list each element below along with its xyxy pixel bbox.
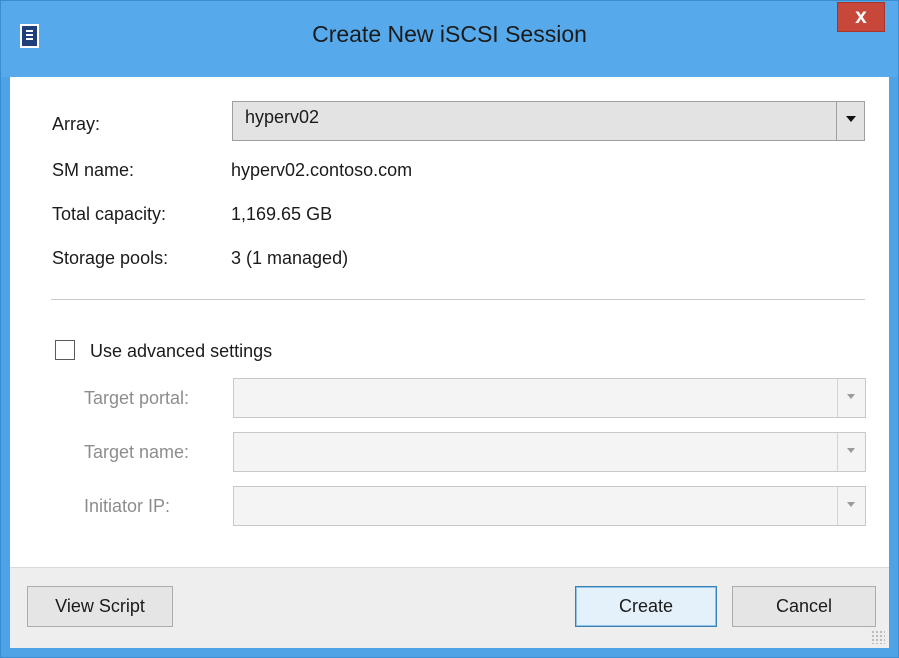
- title-bar[interactable]: Create New iSCSI Session x: [1, 1, 898, 77]
- create-button[interactable]: Create: [575, 586, 717, 627]
- dialog-title: Create New iSCSI Session: [312, 21, 587, 47]
- target-name-dropdown[interactable]: [233, 432, 866, 472]
- close-button[interactable]: x: [837, 2, 885, 32]
- array-dropdown-value: hyperv02: [245, 107, 320, 127]
- initiator-ip-dropdown[interactable]: [233, 486, 866, 526]
- sm-name-value: hyperv02.contoso.com: [231, 160, 413, 180]
- dialog-body: Array: hyperv02 SM name: hyperv02.contos…: [10, 77, 889, 648]
- cancel-button[interactable]: Cancel: [732, 586, 876, 627]
- dialog-window: Create New iSCSI Session x Array: hyperv…: [0, 0, 899, 658]
- storage-pools-value: 3 (1 managed): [231, 248, 349, 268]
- total-capacity-value: 1,169.65 GB: [231, 204, 333, 224]
- advanced-settings-checkbox[interactable]: [55, 340, 75, 360]
- initiator-ip-label: Initiator IP:: [84, 496, 171, 516]
- array-label: Array:: [52, 114, 101, 134]
- target-portal-label: Target portal:: [84, 388, 190, 408]
- resize-grip-icon[interactable]: [871, 630, 885, 644]
- total-capacity-label: Total capacity:: [52, 204, 167, 224]
- chevron-down-icon[interactable]: [836, 102, 864, 140]
- target-portal-dropdown[interactable]: [233, 378, 866, 418]
- chevron-down-icon[interactable]: [837, 487, 865, 525]
- advanced-settings-label[interactable]: Use advanced settings: [90, 341, 272, 362]
- storage-pools-label: Storage pools:: [52, 248, 169, 268]
- chevron-down-icon[interactable]: [837, 379, 865, 417]
- section-divider: [51, 299, 865, 300]
- view-script-button[interactable]: View Script: [27, 586, 173, 627]
- array-dropdown[interactable]: hyperv02: [232, 101, 865, 141]
- chevron-down-icon[interactable]: [837, 433, 865, 471]
- target-name-label: Target name:: [84, 442, 190, 462]
- button-bar: View Script Create Cancel: [10, 567, 889, 648]
- sm-name-label: SM name:: [52, 160, 135, 180]
